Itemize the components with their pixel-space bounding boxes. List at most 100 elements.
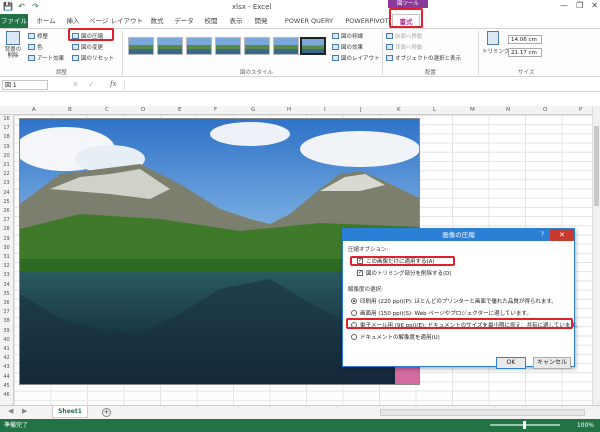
vertical-scrollbar[interactable] bbox=[592, 106, 600, 406]
tab-formulas[interactable]: 数式 bbox=[146, 14, 168, 28]
bring-forward-button[interactable]: 前面へ移動 bbox=[386, 32, 423, 40]
confirm-entry-icon[interactable]: ✓ bbox=[88, 80, 95, 89]
row-header[interactable]: 19 bbox=[0, 144, 13, 150]
radio-icon[interactable] bbox=[351, 310, 357, 316]
row-header[interactable]: 36 bbox=[0, 300, 13, 306]
column-header[interactable]: L bbox=[433, 106, 436, 115]
tab-powerpivot[interactable]: POWERPIVOT bbox=[340, 14, 394, 28]
tab-file[interactable]: ファイル bbox=[0, 14, 28, 28]
scroll-right-icon[interactable]: ▶ bbox=[22, 407, 27, 415]
tab-developer[interactable]: 開発 bbox=[250, 14, 272, 28]
row-header[interactable]: 17 bbox=[0, 125, 13, 131]
resolution-screen-option[interactable]: 画面用 (150 ppi)(S): Web ページやプロジェクターに適しています… bbox=[351, 309, 532, 317]
horizontal-scrollbar[interactable] bbox=[380, 409, 585, 416]
ok-button[interactable]: OK bbox=[496, 357, 526, 369]
add-sheet-icon[interactable]: + bbox=[102, 408, 111, 417]
radio-selected-icon[interactable] bbox=[351, 298, 357, 304]
close-icon[interactable]: ✕ bbox=[591, 1, 598, 10]
tab-data[interactable]: データ bbox=[171, 14, 197, 28]
delete-cropped-option[interactable]: ✓ 図のトリミング部分を削除する(D) bbox=[357, 269, 452, 277]
reset-picture-button[interactable]: 図のリセット bbox=[72, 54, 114, 62]
column-header[interactable]: B bbox=[68, 106, 72, 115]
send-backward-button[interactable]: 背面へ移動 bbox=[386, 43, 423, 51]
row-header[interactable]: 34 bbox=[0, 282, 13, 288]
column-header[interactable]: E bbox=[178, 106, 181, 115]
column-header[interactable]: G bbox=[251, 106, 255, 115]
compress-pictures-button[interactable]: 図の圧縮 bbox=[72, 32, 103, 40]
help-icon[interactable]: ? bbox=[541, 229, 544, 241]
corrections-button[interactable]: 修整 bbox=[28, 32, 48, 40]
row-header[interactable]: 46 bbox=[0, 392, 13, 398]
row-header[interactable]: 44 bbox=[0, 374, 13, 380]
save-icon[interactable]: 💾 bbox=[3, 2, 13, 11]
row-header[interactable]: 26 bbox=[0, 208, 13, 214]
tab-insert[interactable]: 挿入 bbox=[62, 14, 84, 28]
selection-pane-button[interactable]: オブジェクトの選択と表示 bbox=[386, 54, 461, 62]
radio-icon[interactable] bbox=[351, 322, 357, 328]
picture-layout-button[interactable]: 図のレイアウト bbox=[332, 54, 380, 62]
row-header[interactable]: 29 bbox=[0, 236, 13, 242]
name-box[interactable]: 図 1 bbox=[2, 80, 48, 90]
column-header[interactable]: M bbox=[470, 106, 475, 115]
picture-effects-button[interactable]: 図の効果 bbox=[332, 43, 363, 51]
minimize-icon[interactable]: — bbox=[560, 1, 568, 10]
insert-function-icon[interactable]: fx bbox=[110, 80, 117, 88]
tab-power-query[interactable]: POWER QUERY bbox=[280, 14, 338, 28]
row-header[interactable]: 22 bbox=[0, 171, 13, 177]
row-header[interactable]: 21 bbox=[0, 162, 13, 168]
picture-style-7[interactable] bbox=[300, 37, 326, 55]
color-button[interactable]: 色 bbox=[28, 43, 43, 51]
picture-style-1[interactable] bbox=[128, 37, 154, 55]
row-header[interactable]: 41 bbox=[0, 346, 13, 352]
row-header[interactable]: 42 bbox=[0, 355, 13, 361]
column-header[interactable]: H bbox=[287, 106, 291, 115]
row-header[interactable]: 23 bbox=[0, 180, 13, 186]
row-header[interactable]: 39 bbox=[0, 328, 13, 334]
checkbox-checked-icon[interactable]: ✓ bbox=[357, 258, 363, 264]
picture-style-3[interactable] bbox=[186, 37, 212, 55]
column-header[interactable]: N bbox=[506, 106, 510, 115]
tab-page-layout[interactable]: ページ レイアウト bbox=[88, 14, 144, 28]
column-header[interactable]: I bbox=[324, 106, 326, 115]
remove-background-button[interactable]: 背景の削除 bbox=[3, 31, 23, 59]
row-header[interactable]: 20 bbox=[0, 153, 13, 159]
row-header[interactable]: 18 bbox=[0, 134, 13, 140]
undo-icon[interactable]: ↶ bbox=[17, 2, 26, 11]
row-header[interactable]: 16 bbox=[0, 116, 13, 122]
redo-icon[interactable]: ↷ bbox=[31, 2, 40, 11]
tab-format[interactable]: 書式 bbox=[392, 14, 420, 28]
resolution-print-option[interactable]: 印刷用 (220 ppi)(P): ほとんどのプリンターと画面で優れた品質が得ら… bbox=[351, 297, 557, 305]
sheet-tab-sheet1[interactable]: Sheet1 bbox=[52, 406, 88, 418]
formula-input[interactable] bbox=[124, 80, 594, 90]
row-header[interactable]: 45 bbox=[0, 383, 13, 389]
column-header[interactable]: J bbox=[360, 106, 362, 115]
row-header[interactable]: 37 bbox=[0, 309, 13, 315]
change-picture-button[interactable]: 図の変更 bbox=[72, 43, 103, 51]
row-header[interactable]: 40 bbox=[0, 337, 13, 343]
zoom-level[interactable]: 100% bbox=[577, 419, 594, 432]
column-header[interactable]: K bbox=[397, 106, 401, 115]
row-header[interactable]: 31 bbox=[0, 254, 13, 260]
row-header[interactable]: 28 bbox=[0, 226, 13, 232]
column-header[interactable]: F bbox=[214, 106, 217, 115]
column-header[interactable]: P bbox=[579, 106, 582, 115]
resolution-document-option[interactable]: ドキュメントの解像度を適用(U) bbox=[351, 333, 440, 341]
row-header[interactable]: 32 bbox=[0, 263, 13, 269]
cancel-button[interactable]: キャンセル bbox=[533, 357, 571, 369]
radio-icon[interactable] bbox=[351, 334, 357, 340]
picture-style-2[interactable] bbox=[157, 37, 183, 55]
row-header[interactable]: 38 bbox=[0, 318, 13, 324]
apply-selected-option[interactable]: ✓ この画像だけに適用する(A) bbox=[357, 257, 435, 265]
column-header[interactable]: O bbox=[543, 106, 547, 115]
height-field[interactable]: 14.06 cm bbox=[508, 35, 542, 44]
scrollbar-thumb[interactable] bbox=[594, 126, 599, 206]
column-header[interactable]: A bbox=[32, 106, 36, 115]
crop-button[interactable]: トリミング bbox=[482, 31, 510, 55]
zoom-slider[interactable] bbox=[490, 421, 560, 429]
column-header[interactable]: C bbox=[105, 106, 109, 115]
tab-review[interactable]: 校閲 bbox=[200, 14, 222, 28]
row-header[interactable]: 30 bbox=[0, 245, 13, 251]
cancel-entry-icon[interactable]: ✕ bbox=[72, 80, 79, 89]
width-field[interactable]: 21.17 cm bbox=[508, 48, 542, 57]
row-header[interactable]: 43 bbox=[0, 364, 13, 370]
